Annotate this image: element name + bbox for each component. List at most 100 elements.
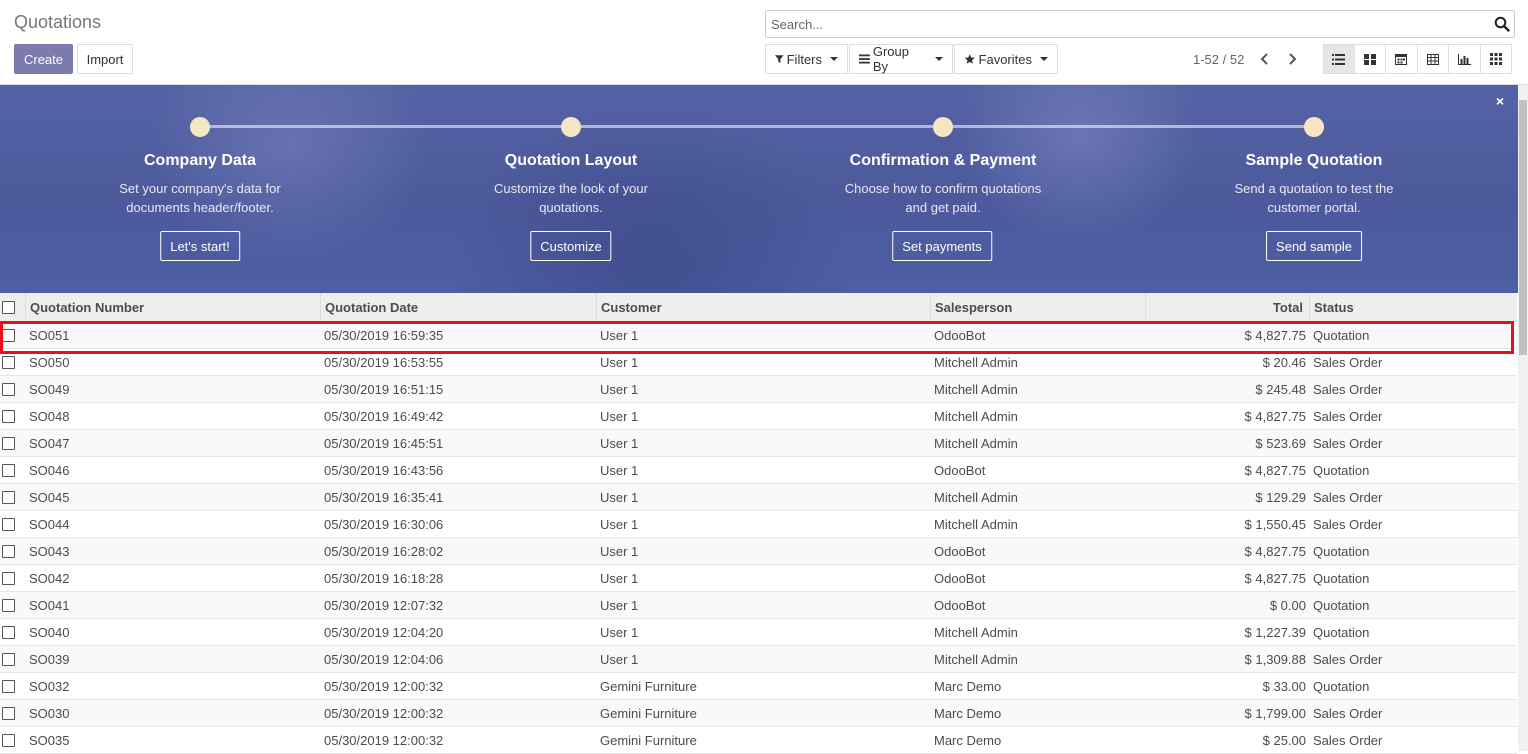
customize-button[interactable]: Customize: [530, 231, 612, 261]
column-quotation-number[interactable]: Quotation Number: [25, 293, 321, 322]
cell-quotation-date: 05/30/2019 16:45:51: [324, 436, 444, 451]
table-row[interactable]: SO041 05/30/2019 12:07:32 User 1 OdooBot $ 0…: [0, 592, 1517, 619]
select-all-checkbox[interactable]: [2, 301, 15, 314]
column-customer[interactable]: Customer: [596, 293, 931, 322]
set-payments-button[interactable]: Set payments: [892, 231, 992, 261]
scrollbar-thumb[interactable]: [1519, 100, 1527, 355]
table-row[interactable]: SO035 05/30/2019 12:00:32 Gemini Furniture…: [0, 727, 1517, 754]
close-icon[interactable]: ×: [1496, 93, 1504, 109]
pager-next-icon[interactable]: [1285, 50, 1299, 68]
cell-quotation-date: 05/30/2019 16:59:35: [324, 328, 444, 343]
cell-customer: Gemini Furniture: [600, 706, 697, 721]
cell-customer: Gemini Furniture: [600, 679, 697, 694]
table-row[interactable]: SO048 05/30/2019 16:49:42 User 1 Mitchell A…: [0, 403, 1517, 430]
row-checkbox[interactable]: [2, 356, 15, 369]
favorites-dropdown[interactable]: Favorites: [954, 44, 1058, 74]
row-checkbox[interactable]: [2, 329, 15, 342]
cell-total: $ 0.00: [1269, 598, 1306, 613]
favorites-label: Favorites: [978, 51, 1032, 67]
cell-quotation-date: 05/30/2019 16:35:41: [324, 490, 444, 505]
cell-quotation-number: SO039: [29, 652, 70, 667]
cell-quotation-date: 05/30/2019 16:49:42: [324, 409, 444, 424]
column-salesperson[interactable]: Salesperson: [930, 293, 1146, 322]
step-desc-line: Choose how to confirm quotations: [844, 181, 1042, 196]
table-row[interactable]: SO045 05/30/2019 16:35:41 User 1 Mitchell A…: [0, 484, 1517, 511]
cell-quotation-date: 05/30/2019 16:30:06: [324, 517, 444, 532]
pivot-view-button[interactable]: [1417, 44, 1449, 74]
table-row[interactable]: SO043 05/30/2019 16:28:02 User 1 OdooBot $ 4…: [0, 538, 1517, 565]
cell-quotation-date: 05/30/2019 16:43:56: [324, 463, 444, 478]
table-row[interactable]: SO050 05/30/2019 16:53:55 User 1 Mitchell A…: [0, 349, 1517, 376]
cell-salesperson: Marc Demo: [934, 706, 1002, 721]
lets-start-button[interactable]: Let's start!: [160, 231, 240, 261]
cell-customer: User 1: [600, 571, 639, 586]
cell-salesperson: OdooBot: [934, 598, 986, 613]
filters-label: Filters: [786, 51, 822, 67]
cell-salesperson: OdooBot: [934, 328, 986, 343]
cell-total: $ 1,309.88: [1244, 652, 1306, 667]
column-status[interactable]: Status: [1309, 293, 1517, 322]
graph-view-button[interactable]: [1449, 44, 1481, 74]
list-view-button[interactable]: [1323, 44, 1355, 74]
row-checkbox[interactable]: [2, 599, 15, 612]
calendar-view-button[interactable]: [1386, 44, 1418, 74]
row-checkbox[interactable]: [2, 518, 15, 531]
cell-quotation-date: 05/30/2019 12:04:20: [324, 625, 444, 640]
cell-customer: User 1: [600, 463, 639, 478]
filters-dropdown[interactable]: Filters: [765, 44, 848, 74]
column-quotation-date[interactable]: Quotation Date: [320, 293, 597, 322]
activity-view-button[interactable]: [1480, 44, 1512, 74]
send-sample-button[interactable]: Send sample: [1266, 231, 1362, 261]
search-box: [765, 10, 1515, 38]
table-row[interactable]: SO047 05/30/2019 16:45:51 User 1 Mitchell A…: [0, 430, 1517, 457]
cell-quotation-number: SO046: [29, 463, 70, 478]
view-switcher: [1323, 44, 1512, 74]
group-by-dropdown[interactable]: Group By: [849, 44, 953, 74]
kanban-view-button[interactable]: [1354, 44, 1386, 74]
table-row[interactable]: SO040 05/30/2019 12:04:20 User 1 Mitchell A…: [0, 619, 1517, 646]
row-checkbox[interactable]: [2, 653, 15, 666]
row-checkbox[interactable]: [2, 680, 15, 693]
row-checkbox[interactable]: [2, 572, 15, 585]
cell-quotation-number: SO035: [29, 733, 70, 748]
row-checkbox[interactable]: [2, 464, 15, 477]
pager-value[interactable]: 1-52 / 52: [1193, 52, 1244, 67]
row-checkbox[interactable]: [2, 491, 15, 504]
cell-customer: User 1: [600, 517, 639, 532]
import-button[interactable]: Import: [77, 44, 133, 74]
table-row[interactable]: SO046 05/30/2019 16:43:56 User 1 OdooBot $ 4…: [0, 457, 1517, 484]
search-icon[interactable]: [1494, 16, 1510, 32]
row-checkbox[interactable]: [2, 626, 15, 639]
cell-customer: User 1: [600, 544, 639, 559]
create-button[interactable]: Create: [14, 44, 73, 74]
row-checkbox[interactable]: [2, 410, 15, 423]
cell-salesperson: OdooBot: [934, 544, 986, 559]
table-row[interactable]: SO044 05/30/2019 16:30:06 User 1 Mitchell A…: [0, 511, 1517, 538]
table-row[interactable]: SO051 05/30/2019 16:59:35 User 1 OdooBot $ 4…: [0, 322, 1517, 349]
pager-previous-icon[interactable]: [1258, 50, 1272, 68]
row-checkbox[interactable]: [2, 545, 15, 558]
cell-total: $ 20.46: [1262, 355, 1306, 370]
star-icon: [964, 54, 975, 64]
row-checkbox[interactable]: [2, 707, 15, 720]
table-row[interactable]: SO042 05/30/2019 16:18:28 User 1 OdooBot $ 4…: [0, 565, 1517, 592]
step-title: Quotation Layout: [504, 152, 638, 169]
cell-quotation-number: SO047: [29, 436, 70, 451]
cell-salesperson: OdooBot: [934, 571, 986, 586]
step-desc-line: Send a quotation to test the: [1234, 181, 1394, 196]
column-total[interactable]: Total: [1145, 293, 1309, 322]
cell-quotation-date: 05/30/2019 16:51:15: [324, 382, 444, 397]
cell-customer: User 1: [600, 625, 639, 640]
cell-status: Sales Order: [1313, 517, 1383, 532]
table-row[interactable]: SO049 05/30/2019 16:51:15 User 1 Mitchell A…: [0, 376, 1517, 403]
cell-total: $ 4,827.75: [1244, 409, 1306, 424]
search-input[interactable]: [766, 11, 1476, 37]
step-dot: [561, 117, 581, 137]
row-checkbox[interactable]: [2, 437, 15, 450]
table-row[interactable]: SO032 05/30/2019 12:00:32 Gemini Furniture…: [0, 673, 1517, 700]
table-row[interactable]: SO039 05/30/2019 12:04:06 User 1 Mitchell A…: [0, 646, 1517, 673]
step-desc-line: Customize the look of your: [494, 181, 648, 196]
table-row[interactable]: SO030 05/30/2019 12:00:32 Gemini Furniture…: [0, 700, 1517, 727]
row-checkbox[interactable]: [2, 734, 15, 747]
row-checkbox[interactable]: [2, 383, 15, 396]
